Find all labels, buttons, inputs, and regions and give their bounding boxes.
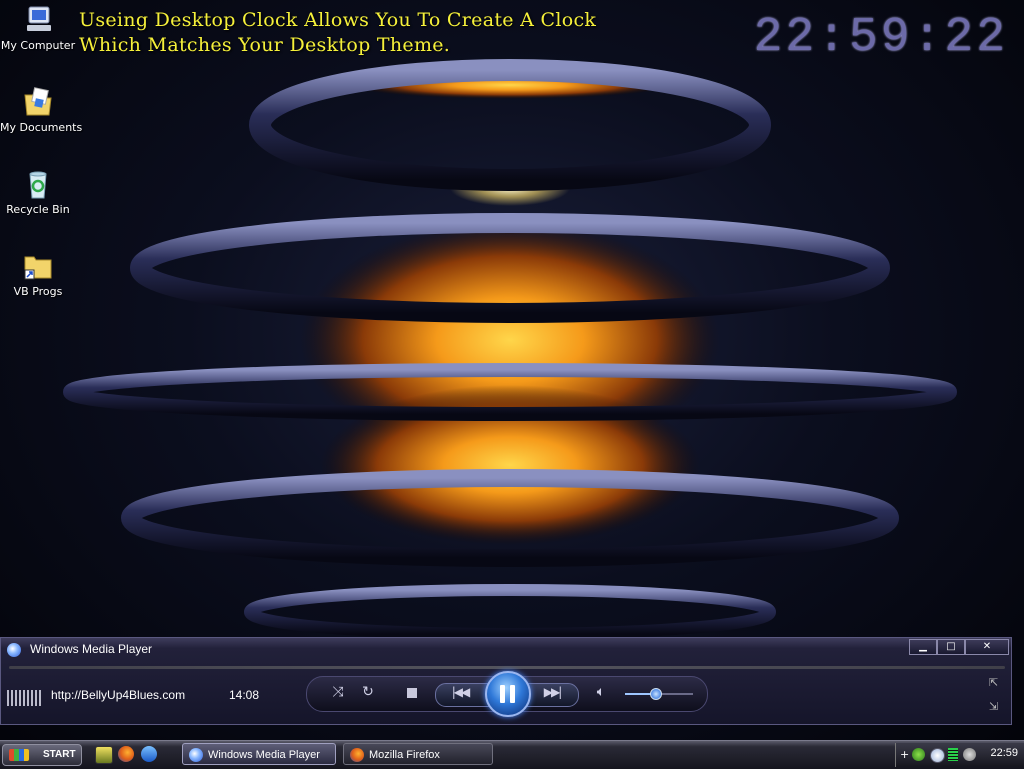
taskbar-button-label: Mozilla Firefox — [369, 749, 440, 761]
taskbar: START Windows Media Player Mozilla Firef… — [0, 740, 1024, 769]
audio-icon[interactable] — [963, 748, 976, 761]
restore-compact-icon[interactable]: ⇲ — [989, 700, 1001, 713]
documents-folder-icon — [24, 87, 52, 116]
desktop-icon-label: Recycle Bin — [6, 203, 70, 216]
system-tray: + 22:59 — [895, 743, 1024, 767]
visualizer-icon — [7, 690, 41, 706]
pause-icon — [500, 685, 505, 703]
internet-explorer-icon[interactable] — [141, 746, 157, 762]
wallpaper-image — [63, 59, 957, 640]
media-player-icon — [7, 643, 21, 657]
start-button[interactable]: START — [2, 744, 82, 766]
stop-icon[interactable] — [407, 688, 417, 698]
desktop[interactable]: My Computer My Documents Recycle Bin VB … — [0, 0, 1024, 740]
seek-bar[interactable] — [9, 666, 1005, 669]
volume-slider[interactable] — [625, 688, 693, 700]
previous-icon[interactable]: |◀◀ — [447, 685, 473, 699]
window-title: Windows Media Player — [30, 642, 153, 656]
taskbar-button-media-player[interactable]: Windows Media Player — [182, 743, 336, 765]
shuffle-icon[interactable]: ⤨ — [329, 684, 347, 700]
headline-line-2: Which Matches Your Desktop Theme. — [79, 34, 451, 56]
recycle-bin-icon — [29, 171, 47, 199]
maximize-button[interactable]: □ — [937, 639, 965, 655]
winamp-icon[interactable] — [95, 746, 113, 764]
desktop-icon-label: VB Progs — [13, 285, 63, 298]
media-player-titlebar[interactable]: Windows Media Player ▁ □ ✕ — [1, 638, 1011, 662]
windows-logo-icon — [9, 749, 29, 761]
media-player-body: http://BellyUp4Blues.com 14:08 ⤨ ↻ |◀◀ ▶… — [1, 662, 1011, 724]
taskbar-button-firefox[interactable]: Mozilla Firefox — [343, 743, 493, 765]
desktop-clock: 22:59:22 — [753, 11, 1008, 65]
station-url: http://BellyUp4Blues.com — [51, 688, 186, 702]
desktop-icon-label: My Documents — [0, 121, 83, 134]
firefox-icon — [350, 748, 364, 762]
folder-shortcut-icon — [24, 256, 52, 280]
close-button[interactable]: ✕ — [965, 639, 1009, 655]
volume-knob[interactable] — [649, 688, 662, 700]
network-meter-icon[interactable] — [948, 748, 958, 761]
tray-clock[interactable]: 22:59 — [990, 747, 1018, 759]
firefox-icon[interactable] — [118, 746, 134, 762]
desktop-headline-text: Useing Desktop Clock Allows You To Creat… — [79, 8, 596, 58]
elapsed-time: 14:08 — [229, 688, 260, 702]
desktop-icon-recycle-bin[interactable]: Recycle Bin — [0, 167, 76, 216]
start-label: START — [43, 749, 76, 760]
messenger-icon[interactable] — [912, 748, 925, 761]
clock-icon[interactable] — [930, 748, 945, 763]
desktop-icon-my-computer[interactable]: My Computer — [0, 3, 76, 52]
desktop-icon-label: My Computer — [0, 39, 76, 52]
desktop-icon-vb-progs[interactable]: VB Progs — [0, 249, 76, 298]
minimize-button[interactable]: ▁ — [909, 639, 937, 655]
computer-icon — [27, 6, 51, 31]
pause-button[interactable] — [485, 671, 531, 717]
next-icon[interactable]: ▶▶| — [539, 685, 565, 699]
transport-controls: ⤨ ↻ |◀◀ ▶▶| 🔈︎ — [306, 671, 708, 717]
desktop-icon-my-documents[interactable]: My Documents — [0, 85, 83, 134]
repeat-icon[interactable]: ↻ — [359, 684, 377, 700]
switch-to-full-mode-icon[interactable]: ⇱ — [989, 676, 1001, 689]
media-player-icon — [189, 748, 203, 762]
headline-line-1: Useing Desktop Clock Allows You To Creat… — [79, 9, 597, 31]
media-player-window[interactable]: Windows Media Player ▁ □ ✕ http://BellyU… — [0, 637, 1012, 725]
speaker-icon[interactable]: 🔈︎ — [592, 684, 610, 700]
taskbar-button-label: Windows Media Player — [208, 749, 320, 761]
